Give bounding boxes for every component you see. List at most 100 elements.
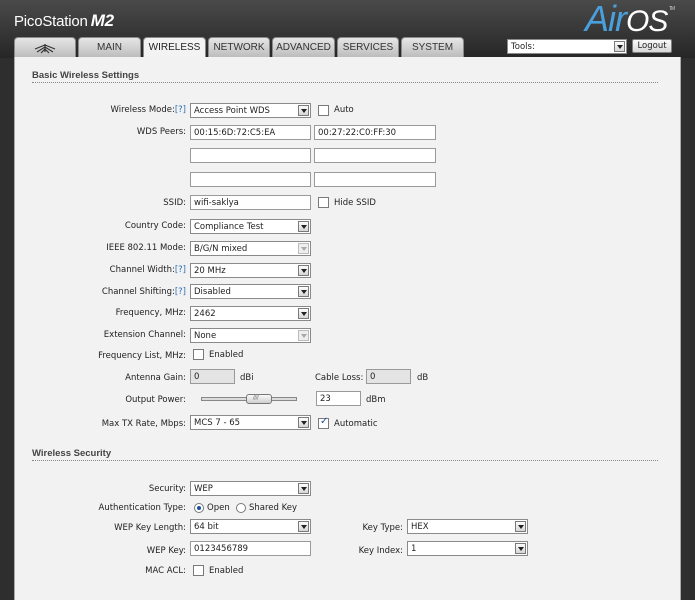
ieee-mode-select[interactable]: B/G/N mixed bbox=[190, 241, 311, 256]
channel-shifting-select[interactable]: Disabled bbox=[190, 284, 311, 299]
frequency-label: Frequency, MHz: bbox=[115, 308, 186, 318]
tab-services[interactable]: SERVICES bbox=[337, 37, 399, 57]
output-power-input[interactable]: 23 bbox=[316, 391, 361, 406]
antenna-gain-label: Antenna Gain: bbox=[125, 373, 186, 383]
security-select[interactable]: WEP bbox=[190, 481, 311, 496]
max-tx-rate-select[interactable]: MCS 7 - 65 bbox=[190, 415, 311, 430]
key-index-label: Key Index: bbox=[358, 546, 403, 556]
key-index-select[interactable]: 1 bbox=[407, 541, 528, 556]
wds-peer-4-input[interactable] bbox=[314, 148, 436, 163]
frequency-select[interactable]: 2462 bbox=[190, 306, 311, 321]
wireless-mode-label: Wireless Mode:[?] bbox=[110, 105, 186, 115]
chevron-down-icon bbox=[298, 105, 309, 116]
section-divider bbox=[32, 82, 658, 83]
hide-ssid-label: Hide SSID bbox=[334, 198, 376, 208]
wds-peer-5-input[interactable] bbox=[190, 172, 311, 187]
extension-channel-label: Extension Channel: bbox=[103, 330, 186, 340]
wds-peer-2-input[interactable]: 00:27:22:C0:FF:30 bbox=[314, 125, 436, 140]
wep-key-input[interactable]: 0123456789 bbox=[190, 541, 311, 556]
key-type-select[interactable]: HEX bbox=[407, 519, 528, 534]
ssid-label: SSID: bbox=[163, 198, 186, 208]
channel-shifting-help-link[interactable]: [?] bbox=[175, 287, 186, 297]
wep-key-length-label: WEP Key Length: bbox=[114, 523, 186, 533]
chevron-down-icon bbox=[298, 483, 309, 494]
chevron-down-icon bbox=[614, 41, 625, 52]
content-panel: Basic Wireless Settings Wireless Mode:[?… bbox=[14, 57, 681, 600]
top-bar: PicoStation M2 AirOS TM MAIN WIRELESS NETW… bbox=[0, 0, 695, 58]
auth-open-label: Open bbox=[207, 503, 230, 513]
wep-key-label: WEP Key: bbox=[146, 546, 186, 556]
auth-shared-key-label: Shared Key bbox=[249, 503, 298, 513]
tab-network[interactable]: NETWORK bbox=[208, 37, 270, 57]
basic-wireless-title: Basic Wireless Settings bbox=[32, 70, 140, 81]
wds-peer-1-input[interactable]: 00:15:6D:72:C5:EA bbox=[190, 125, 311, 140]
ubiquiti-logo-icon bbox=[34, 44, 56, 54]
tab-main[interactable]: MAIN bbox=[78, 37, 141, 57]
wireless-mode-help-link[interactable]: [?] bbox=[175, 105, 186, 115]
frequency-list-checkbox[interactable] bbox=[193, 349, 204, 360]
tab-ubiquiti-home[interactable] bbox=[14, 37, 76, 57]
wireless-security-title: Wireless Security bbox=[32, 448, 112, 459]
chevron-down-icon bbox=[298, 308, 309, 319]
product-brand: PicoStation bbox=[14, 13, 88, 30]
output-power-slider-handle[interactable] bbox=[245, 393, 272, 404]
product-name: PicoStation M2 bbox=[14, 11, 114, 31]
key-type-label: Key Type: bbox=[362, 523, 404, 533]
auth-open-radio[interactable] bbox=[194, 503, 204, 513]
logout-button[interactable]: Logout bbox=[632, 39, 672, 53]
auto-checkbox[interactable] bbox=[318, 105, 329, 116]
chevron-down-icon bbox=[298, 221, 309, 232]
airos-logo: AirOS TM bbox=[585, 0, 675, 40]
auto-label: Auto bbox=[334, 105, 354, 115]
tab-advanced[interactable]: ADVANCED bbox=[272, 37, 335, 57]
tab-wireless[interactable]: WIRELESS bbox=[143, 37, 206, 58]
automatic-checkbox[interactable] bbox=[318, 416, 329, 429]
chevron-down-icon bbox=[298, 330, 309, 341]
max-tx-rate-label: Max TX Rate, Mbps: bbox=[101, 419, 186, 429]
mac-acl-enabled-label: Enabled bbox=[209, 566, 244, 576]
airos-logo-os: OS bbox=[626, 5, 668, 38]
tools-select[interactable]: Tools: bbox=[507, 39, 627, 54]
country-code-label: Country Code: bbox=[124, 221, 186, 231]
chevron-down-icon bbox=[298, 265, 309, 276]
product-model: M2 bbox=[90, 11, 114, 30]
frequency-list-enabled-label: Enabled bbox=[209, 350, 244, 360]
ssid-input[interactable]: wifi-saklya bbox=[190, 195, 311, 210]
channel-width-label: Channel Width:[?] bbox=[109, 265, 186, 275]
tab-system[interactable]: SYSTEM bbox=[401, 37, 464, 57]
chevron-down-icon bbox=[298, 417, 309, 428]
mac-acl-label: MAC ACL: bbox=[145, 566, 186, 576]
antenna-gain-unit: dBi bbox=[240, 373, 254, 383]
airos-logo-air: Air bbox=[585, 0, 627, 39]
section-divider bbox=[32, 460, 658, 461]
channel-shifting-label: Channel Shifting:[?] bbox=[101, 287, 186, 297]
chevron-down-icon bbox=[298, 286, 309, 297]
ieee-mode-label: IEEE 802.11 Mode: bbox=[106, 243, 186, 253]
chevron-down-icon bbox=[515, 543, 526, 554]
antenna-gain-input[interactable]: 0 bbox=[190, 369, 235, 384]
mac-acl-checkbox[interactable] bbox=[193, 565, 204, 576]
output-power-label: Output Power: bbox=[125, 395, 186, 405]
wds-peer-6-input[interactable] bbox=[314, 172, 436, 187]
cable-loss-input[interactable]: 0 bbox=[366, 369, 411, 384]
automatic-label: Automatic bbox=[334, 419, 378, 429]
airos-trademark: TM bbox=[669, 6, 675, 12]
wds-peers-label: WDS Peers: bbox=[136, 127, 186, 137]
security-label: Security: bbox=[148, 484, 186, 494]
tools-select-value: Tools: bbox=[511, 42, 535, 52]
chevron-down-icon bbox=[298, 521, 309, 532]
auth-shared-key-radio[interactable] bbox=[236, 503, 246, 513]
channel-width-help-link[interactable]: [?] bbox=[175, 265, 186, 275]
wireless-mode-select[interactable]: Access Point WDS bbox=[190, 103, 311, 118]
chevron-down-icon bbox=[515, 521, 526, 532]
extension-channel-select[interactable]: None bbox=[190, 328, 311, 343]
country-code-select[interactable]: Compliance Test bbox=[190, 219, 311, 234]
frequency-list-label: Frequency List, MHz: bbox=[98, 351, 186, 361]
wep-key-length-select[interactable]: 64 bit bbox=[190, 519, 311, 534]
cable-loss-unit: dB bbox=[417, 373, 429, 383]
cable-loss-label: Cable Loss: bbox=[315, 373, 364, 383]
channel-width-select[interactable]: 20 MHz bbox=[190, 263, 311, 278]
wds-peer-3-input[interactable] bbox=[190, 148, 311, 163]
chevron-down-icon bbox=[298, 243, 309, 254]
hide-ssid-checkbox[interactable] bbox=[318, 197, 329, 208]
